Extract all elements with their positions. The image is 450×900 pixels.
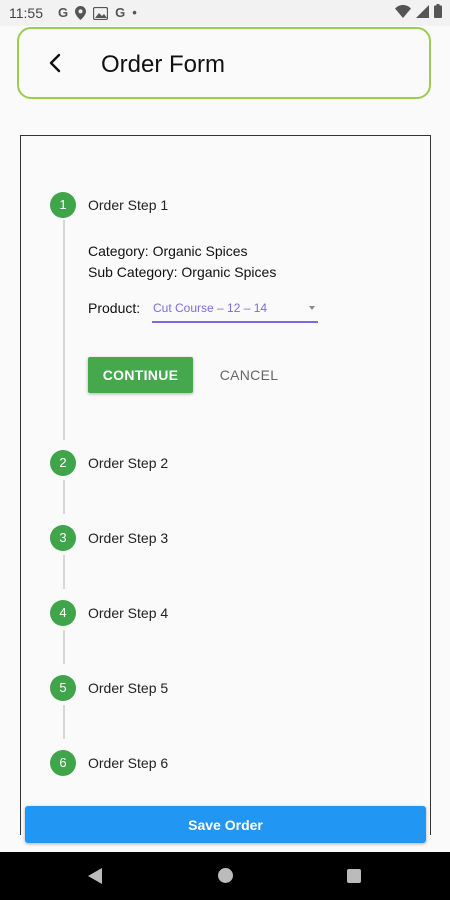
battery-icon: [434, 4, 442, 18]
google-icon: G: [115, 5, 126, 20]
product-value: Cut Course – 12 – 14: [153, 301, 268, 315]
home-icon[interactable]: [218, 868, 233, 883]
step-title: Order Step 2: [88, 455, 169, 471]
step-title: Order Step 1: [88, 197, 169, 213]
step-title: Order Step 4: [88, 605, 169, 621]
step-number: 4: [50, 600, 76, 626]
step-number: 5: [50, 675, 76, 701]
step-details: Category: Organic Spices Sub Category: O…: [88, 241, 276, 283]
google-icon: G: [58, 5, 69, 20]
product-dropdown[interactable]: Cut Course – 12 – 14: [152, 296, 318, 323]
step-connector: [63, 705, 65, 739]
recents-icon[interactable]: [347, 869, 361, 883]
product-label: Product:: [88, 300, 141, 316]
status-bar: 11:55 G G •: [0, 0, 450, 26]
status-time: 11:55: [9, 5, 43, 21]
step-title: Order Step 3: [88, 530, 169, 546]
location-icon: [75, 6, 87, 20]
step-1[interactable]: 1 Order Step 1: [21, 192, 421, 220]
step-number: 3: [50, 525, 76, 551]
category-text: Category: Organic Spices: [88, 243, 248, 259]
save-order-button[interactable]: Save Order: [25, 806, 426, 843]
step-2[interactable]: 2 Order Step 2: [21, 450, 421, 478]
wifi-icon: [395, 4, 411, 18]
step-number: 2: [50, 450, 76, 476]
navigation-bar: [0, 852, 450, 900]
step-title: Order Step 5: [88, 680, 169, 696]
notification-icons: G G •: [58, 5, 137, 21]
step-number: 6: [50, 750, 76, 776]
step-4[interactable]: 4 Order Step 4: [21, 600, 421, 628]
stepper-card: 1 Order Step 1 Category: Organic Spices …: [20, 135, 431, 835]
step-3[interactable]: 3 Order Step 3: [21, 525, 421, 553]
continue-button[interactable]: CONTINUE: [88, 357, 193, 393]
step-title: Order Step 6: [88, 755, 169, 771]
step-number: 1: [50, 192, 76, 218]
step-6[interactable]: 6 Order Step 6: [21, 750, 421, 778]
system-icons: [395, 4, 442, 18]
arrow-back-icon[interactable]: [44, 51, 68, 75]
app-bar: Order Form: [17, 27, 431, 99]
sub-category-text: Sub Category: Organic Spices: [88, 264, 277, 280]
page-title: Order Form: [101, 51, 226, 78]
step-connector: [63, 220, 65, 440]
step-5[interactable]: 5 Order Step 5: [21, 675, 421, 703]
step-connector: [63, 630, 65, 664]
step-connector: [63, 480, 65, 514]
signal-icon: [416, 4, 429, 18]
step-connector: [63, 555, 65, 589]
back-icon[interactable]: [88, 868, 102, 884]
gallery-icon: [93, 6, 109, 20]
dot-icon: •: [132, 5, 137, 20]
cancel-button[interactable]: CANCEL: [209, 357, 289, 393]
dropdown-arrow-icon: [309, 306, 315, 310]
